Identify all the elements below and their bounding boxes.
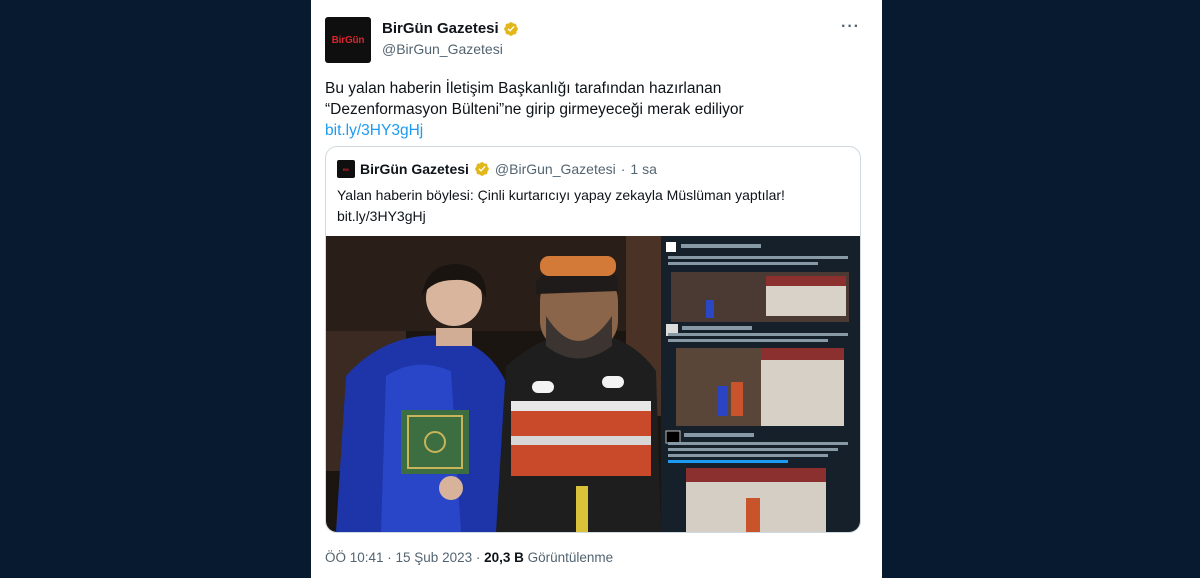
- quoted-timestamp: 1 sa: [630, 161, 657, 177]
- tweet-meta: ÖÖ 10:41 · 15 Şub 2023 · 20,3 B Görüntül…: [325, 550, 613, 565]
- quoted-link: bit.ly/3HY3gHj: [337, 208, 426, 224]
- quoted-tweet[interactable]: BG BirGün Gazetesi @BirGun_Gazetesi · 1 …: [325, 146, 861, 533]
- tweet-card: BirGün BirGün Gazetesi @BirGun_Gazetesi …: [311, 0, 882, 578]
- author-handle[interactable]: @BirGun_Gazetesi: [382, 41, 503, 57]
- quoted-handle: @BirGun_Gazetesi: [494, 161, 616, 177]
- views-label: Görüntülenme: [523, 550, 614, 565]
- quoted-text-line: Yalan haberin böylesi: Çinli kurtarıcıyı…: [337, 187, 785, 203]
- verified-badge-icon: [503, 21, 518, 36]
- verified-badge-icon: [475, 162, 489, 176]
- author-name-row: BirGün Gazetesi: [382, 20, 519, 37]
- more-options-icon[interactable]: ···: [841, 18, 860, 36]
- quoted-text: Yalan haberin böylesi: Çinli kurtarıcıyı…: [337, 185, 785, 227]
- views-count: 20,3 B: [484, 550, 524, 565]
- tweet-link[interactable]: bit.ly/3HY3gHj: [325, 120, 865, 141]
- tweet-text: Bu yalan haberin İletişim Başkanlığı tar…: [325, 78, 865, 141]
- quoted-photo[interactable]: [326, 236, 860, 532]
- avatar-logo-text: BirGün: [331, 34, 365, 46]
- quoted-tweet-header: BG BirGün Gazetesi @BirGun_Gazetesi · 1 …: [337, 160, 657, 178]
- avatar[interactable]: BirGün: [325, 17, 371, 63]
- tweet-text-line: “Dezenformasyon Bülteni”ne girip girmeye…: [325, 101, 744, 118]
- quoted-display-name: BirGün Gazetesi: [360, 161, 469, 177]
- author-display-name[interactable]: BirGün Gazetesi: [382, 20, 499, 37]
- tweet-text-line: Bu yalan haberin İletişim Başkanlığı tar…: [325, 80, 722, 97]
- quoted-separator: ·: [620, 161, 626, 177]
- tweet-datetime[interactable]: ÖÖ 10:41 · 15 Şub 2023 ·: [325, 550, 484, 565]
- quoted-avatar: BG: [337, 160, 355, 178]
